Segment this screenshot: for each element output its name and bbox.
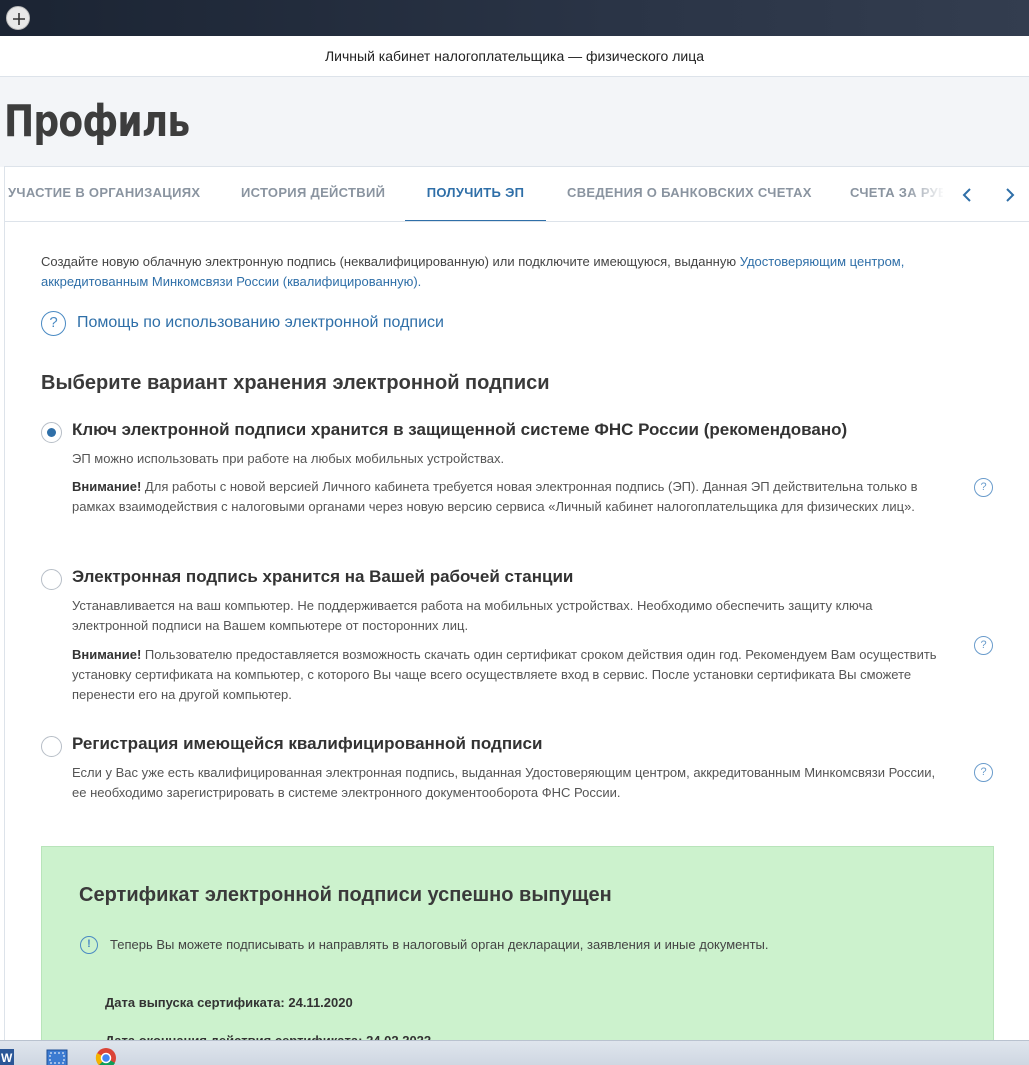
warning-label: Внимание! [72, 479, 142, 494]
question-icon[interactable]: ? [974, 478, 993, 497]
option-warning: Внимание! Для работы с новой версией Лич… [72, 477, 952, 517]
tab-scroll-controls [943, 167, 1029, 221]
profile-header: Профиль [0, 77, 1029, 167]
taskbar: W [0, 1040, 1029, 1065]
option-description: Устанавливается на ваш компьютер. Не под… [72, 598, 873, 633]
option-description: ЭП можно использовать при работе на любы… [72, 451, 505, 466]
svg-text:W: W [1, 1051, 13, 1065]
cabinet-title: Личный кабинет налогоплательщика — физич… [0, 36, 1029, 77]
tab-action-history[interactable]: ИСТОРИЯ ДЕЙСТВИЙ [241, 167, 385, 221]
new-tab-button[interactable] [6, 6, 30, 30]
window-top-bar [0, 0, 1029, 36]
option-description: Если у Вас уже есть квалифицированная эл… [72, 765, 936, 800]
warning-text: Для работы с новой версией Личного кабин… [72, 479, 918, 514]
certificate-issue-date: Дата выпуска сертификата: 24.11.2020 [105, 995, 353, 1010]
success-title: Сертификат электронной подписи успешно в… [79, 884, 612, 906]
option-title[interactable]: Ключ электронной подписи хранится в защи… [72, 420, 847, 440]
radio-fns-storage[interactable] [41, 422, 62, 443]
intro-plain: Создайте новую облачную электронную подп… [41, 254, 740, 269]
option-title[interactable]: Регистрация имеющейся квалифицированной … [72, 734, 542, 754]
info-icon: ! [80, 936, 98, 954]
warning-text: Пользователю предоставляется возможность… [72, 647, 937, 702]
radio-qualified-registration[interactable] [41, 736, 62, 757]
chevron-left-icon [962, 188, 971, 202]
page-title: Профиль [4, 96, 190, 147]
tabs-next-button[interactable] [1000, 185, 1020, 205]
option-title[interactable]: Электронная подпись хранится на Вашей ра… [72, 567, 573, 587]
storage-section-title: Выберите вариант хранения электронной по… [41, 372, 550, 394]
question-icon[interactable]: ? [974, 636, 993, 655]
signature-help-link[interactable]: Помощь по использованию электронной подп… [77, 314, 444, 332]
chrome-icon[interactable] [95, 1047, 116, 1065]
radio-workstation-storage[interactable] [41, 569, 62, 590]
plus-icon [13, 13, 25, 25]
screenshot-tool-icon[interactable] [46, 1047, 68, 1065]
success-info-text: Теперь Вы можете подписывать и направлят… [110, 937, 769, 952]
tabs-prev-button[interactable] [957, 185, 977, 205]
tab-get-signature[interactable]: ПОЛУЧИТЬ ЭП [405, 167, 546, 221]
option-warning: Внимание! Пользователю предоставляется в… [72, 645, 952, 705]
certificate-success-panel: Сертификат электронной подписи успешно в… [41, 846, 994, 1065]
profile-tabs: УЧАСТИЕ В ОРГАНИЗАЦИЯХ ИСТОРИЯ ДЕЙСТВИЙ … [5, 167, 1029, 222]
profile-card: УЧАСТИЕ В ОРГАНИЗАЦИЯХ ИСТОРИЯ ДЕЙСТВИЙ … [4, 166, 1029, 1065]
word-icon[interactable]: W [0, 1047, 18, 1065]
help-circle-icon: ? [41, 311, 66, 336]
warning-label: Внимание! [72, 647, 142, 662]
question-icon[interactable]: ? [974, 763, 993, 782]
tab-organizations[interactable]: УЧАСТИЕ В ОРГАНИЗАЦИЯХ [8, 167, 200, 221]
intro-text: Создайте новую облачную электронную подп… [41, 252, 961, 292]
tab-bank-accounts[interactable]: СВЕДЕНИЯ О БАНКОВСКИХ СЧЕТАХ [567, 167, 812, 221]
tabs-fade [905, 167, 945, 221]
chevron-right-icon [1006, 188, 1015, 202]
